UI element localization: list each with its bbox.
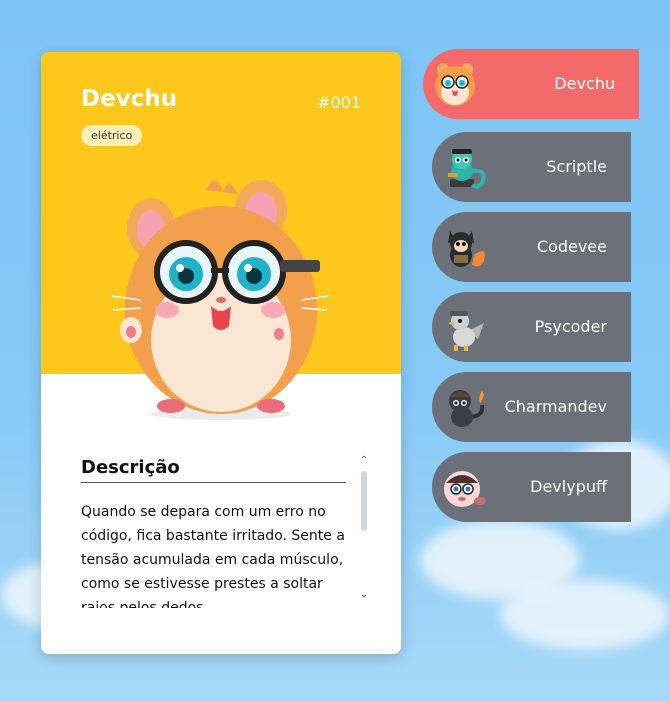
fox-avatar-icon — [448, 231, 485, 267]
pokemon-card: Devchu #001 elétrico Descrição Quando se… — [41, 52, 401, 654]
card-number: #001 — [317, 93, 361, 112]
description-title: Descrição — [81, 457, 346, 483]
nav-item-charmandev[interactable]: Charmandev — [432, 372, 631, 442]
nav-item-codevee[interactable]: Codevee — [432, 212, 631, 282]
scrollbar-thumb[interactable] — [361, 471, 367, 531]
duck-avatar-icon — [448, 311, 484, 351]
nav-item-label: Devlypuff — [530, 477, 607, 496]
nav-item-label: Psycoder — [534, 317, 607, 336]
nav-item-devchu[interactable]: Devchu — [423, 49, 639, 119]
nav-item-scriptle[interactable]: Scriptle — [432, 132, 631, 202]
nav-item-label: Codevee — [536, 237, 607, 256]
lizard-avatar-icon — [449, 390, 485, 427]
description-scroll-area[interactable]: Quando se depara com um erro no código, … — [81, 500, 346, 608]
hamster-avatar-icon — [435, 63, 475, 106]
scroll-up-icon[interactable]: ⌃ — [357, 455, 371, 466]
card-name: Devchu — [81, 86, 178, 112]
description-text: Quando se depara com um erro no código, … — [81, 504, 345, 608]
nav-item-label: Charmandev — [504, 397, 607, 416]
nav-item-devlypuff[interactable]: Devlypuff — [432, 452, 631, 522]
nav-item-psycoder[interactable]: Psycoder — [432, 292, 631, 362]
type-badge: elétrico — [81, 125, 143, 146]
cloud-decoration — [500, 580, 670, 650]
nav-item-label: Devchu — [554, 74, 615, 93]
hamster-character-image — [111, 180, 330, 420]
description-scrollbar[interactable]: ⌃ ⌄ — [357, 455, 371, 605]
turtle-avatar-icon — [448, 149, 486, 189]
puff-avatar-icon — [444, 471, 486, 507]
scroll-down-icon[interactable]: ⌄ — [357, 589, 371, 600]
nav-item-label: Scriptle — [546, 157, 607, 176]
